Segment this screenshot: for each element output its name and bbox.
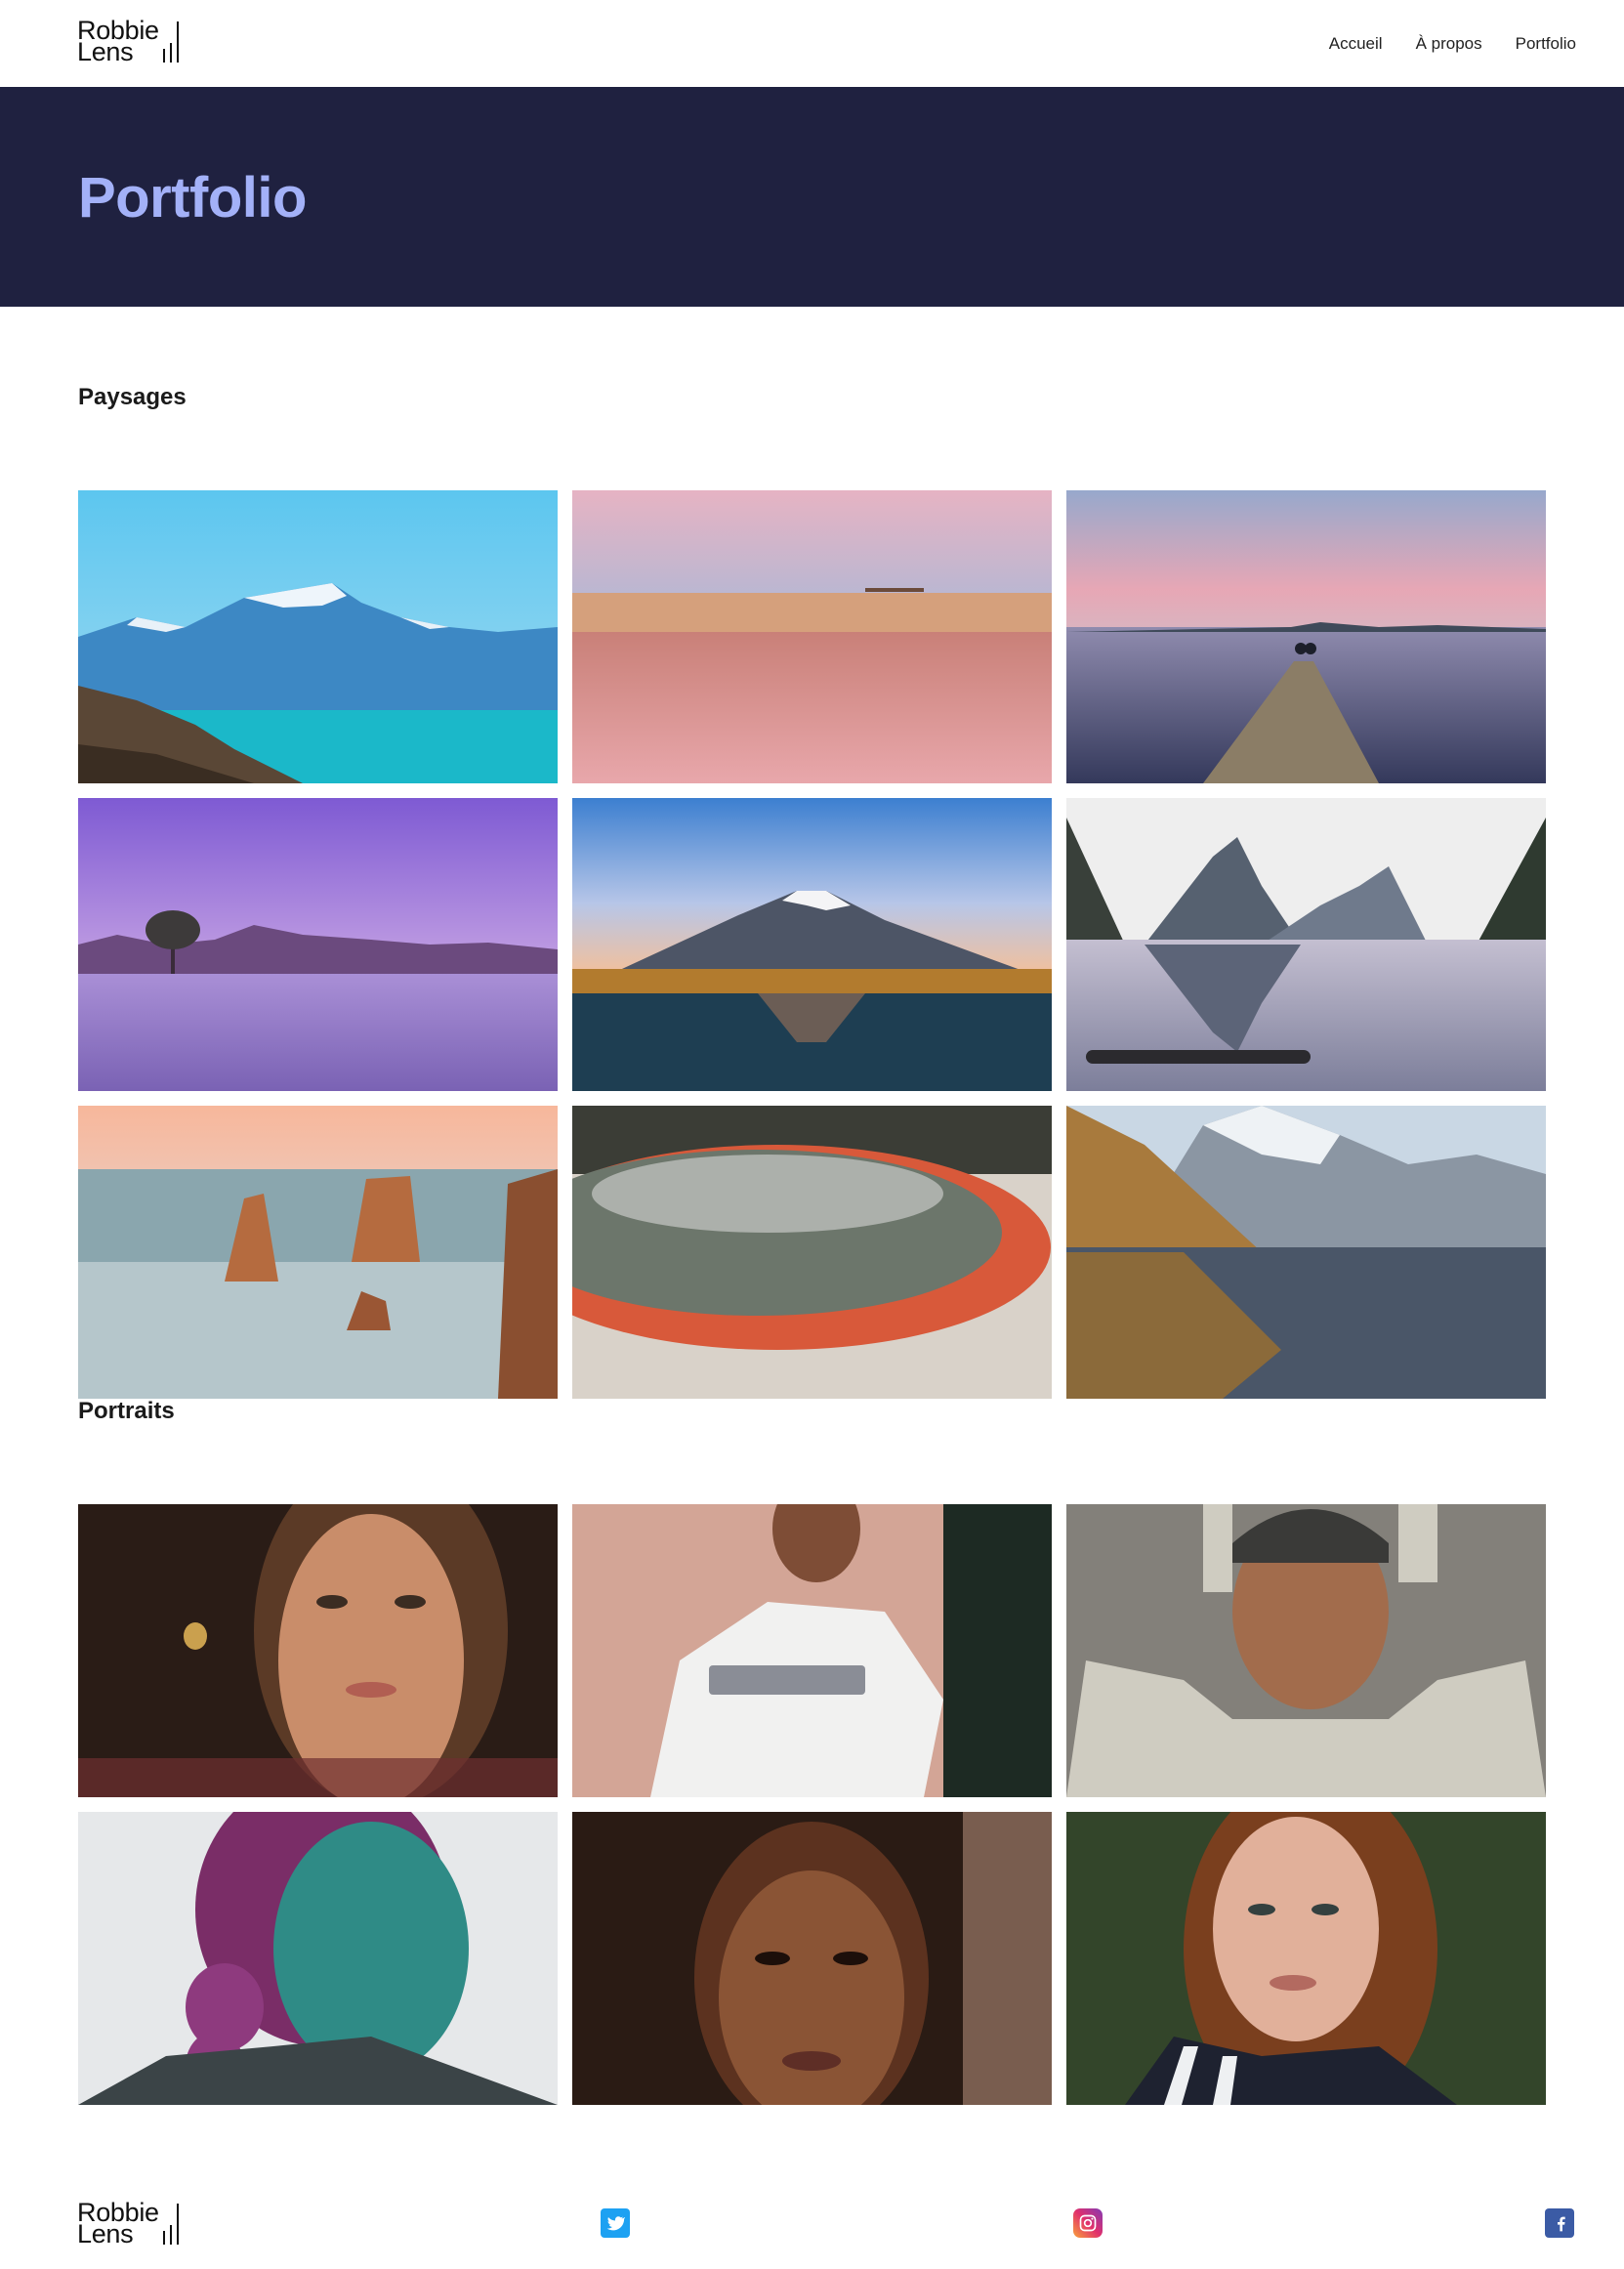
photo-mountain-lake[interactable] [78, 490, 558, 783]
photo-portrait-white-tee[interactable] [572, 1504, 1052, 1797]
logo-line-2: Lens [77, 2219, 134, 2248]
logo-bars-icon [162, 2202, 179, 2245]
photo-alpine-tarn[interactable] [1066, 1106, 1546, 1399]
photo-portrait-striped-shirt[interactable] [1066, 1812, 1546, 2105]
instagram-icon[interactable] [1073, 2208, 1103, 2238]
photo-fjord-reflection[interactable] [1066, 798, 1546, 1091]
nav-link-home[interactable]: Accueil [1329, 34, 1383, 54]
logo-bars-icon [162, 20, 179, 63]
nav-link-portfolio[interactable]: Portfolio [1516, 34, 1576, 54]
photo-portrait-man-hat[interactable] [1066, 1504, 1546, 1797]
logo-wordmark: Robbie Lens [77, 2200, 159, 2248]
footer-logo[interactable]: Robbie Lens [77, 2200, 179, 2248]
hero-banner: Portfolio [0, 87, 1624, 307]
nav-link-about[interactable]: À propos [1416, 34, 1482, 54]
main-nav: Accueil À propos Portfolio [1329, 34, 1576, 54]
twitter-icon[interactable] [601, 2208, 630, 2238]
site-header: Robbie Lens Accueil À propos Portfolio [0, 0, 1624, 87]
photo-portrait-braids[interactable] [572, 1812, 1052, 2105]
photo-lone-tree-lake[interactable] [78, 798, 558, 1091]
logo-wordmark: Robbie Lens [77, 18, 159, 66]
section-title-landscapes: Paysages [78, 384, 187, 410]
photo-hot-spring[interactable] [572, 1106, 1052, 1399]
facebook-icon[interactable] [1545, 2208, 1574, 2238]
site-logo[interactable]: Robbie Lens [77, 18, 179, 66]
photo-lake-pier[interactable] [1066, 490, 1546, 783]
page-title: Portfolio [78, 166, 307, 230]
photo-pink-beach[interactable] [572, 490, 1052, 783]
photo-portrait-purple-hair[interactable] [78, 1812, 558, 2105]
photo-portrait-woman-freckles[interactable] [78, 1504, 558, 1797]
photo-sea-stacks[interactable] [78, 1106, 558, 1399]
logo-line-2: Lens [77, 37, 134, 66]
section-title-portraits: Portraits [78, 1398, 175, 1424]
photo-volcano-reflection[interactable] [572, 798, 1052, 1091]
